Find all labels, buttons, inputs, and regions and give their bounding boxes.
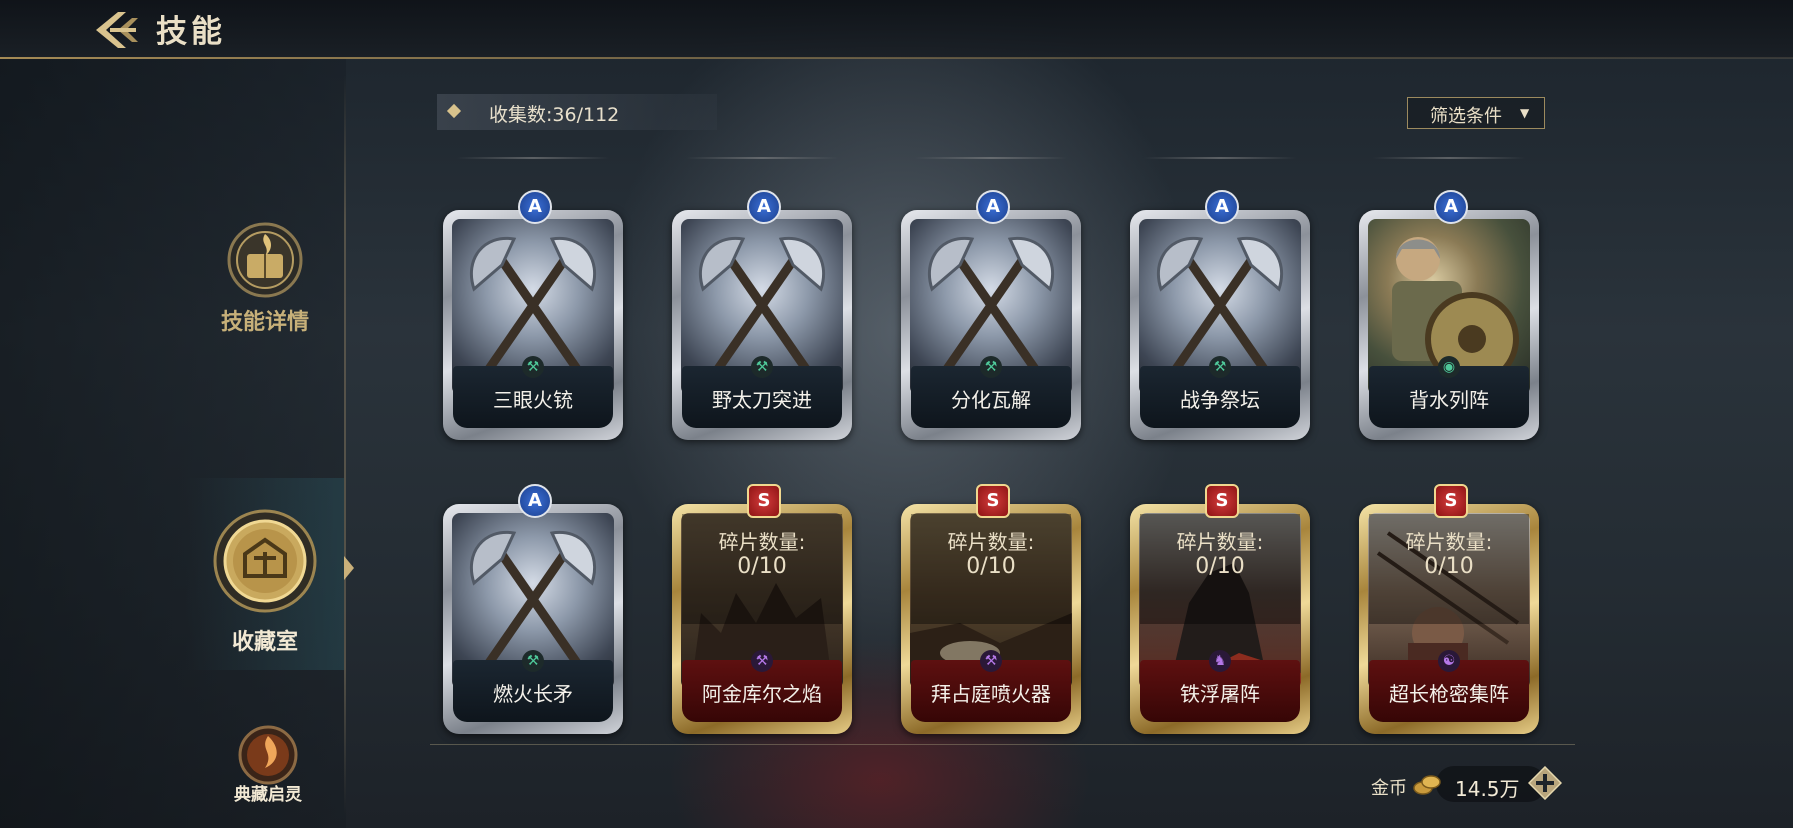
card-name: 超长枪密集阵 (1389, 682, 1509, 706)
sidebar-item-awaken[interactable]: 典藏启灵 (220, 724, 316, 824)
plus-icon (1527, 765, 1563, 801)
divider (686, 157, 838, 159)
rank-badge: A (518, 484, 552, 518)
sidebar (0, 59, 346, 828)
cavalry-icon: ♞ (1209, 650, 1231, 672)
divider (1373, 157, 1525, 159)
card-name: 背水列阵 (1409, 388, 1489, 412)
sidebar-divider (344, 75, 346, 815)
sidebar-item-label: 典藏启灵 (234, 785, 302, 805)
rank-badge: S (1205, 484, 1239, 518)
defense-icon: ◉ (1438, 356, 1460, 378)
skill-card[interactable]: ⚒ 分化瓦解 A (901, 190, 1081, 440)
gold-coin-icon (1413, 775, 1441, 795)
hammer-sickle-icon: ⚒ (980, 650, 1002, 672)
rank-badge: S (976, 484, 1010, 518)
divider (915, 157, 1067, 159)
fragment-label: 碎片数量: (718, 530, 806, 554)
card-name: 拜占庭喷火器 (931, 682, 1051, 706)
hammer-sickle-icon: ⚒ (751, 650, 773, 672)
card-name: 燃火长矛 (493, 682, 573, 706)
top-bar: 技能 (0, 0, 1793, 59)
card-name: 阿金库尔之焰 (702, 682, 822, 706)
fragment-count: 0/10 (1424, 554, 1474, 579)
sidebar-item-collection[interactable]: 收藏室 (186, 478, 344, 670)
currency-label: 金币 (1371, 778, 1407, 799)
add-currency-button[interactable] (1527, 765, 1563, 801)
card-name: 战争祭坛 (1180, 388, 1260, 412)
fragment-label: 碎片数量: (947, 530, 1035, 554)
sidebar-item-skill-details[interactable]: 技能详情 (200, 220, 330, 360)
filter-dropdown[interactable]: 筛选条件 ▼ (1407, 97, 1545, 129)
flame-orb-icon (238, 725, 298, 785)
skill-book-icon (227, 222, 303, 298)
sidebar-item-label: 收藏室 (231, 630, 298, 655)
active-indicator-arrow-icon (344, 556, 354, 580)
rank-badge: A (518, 190, 552, 224)
back-arrow-icon (96, 12, 138, 48)
card-name: 三眼火铳 (493, 388, 573, 412)
card-name: 分化瓦解 (951, 388, 1031, 412)
diamond-icon (446, 103, 462, 119)
hammer-sickle-icon: ⚒ (1209, 356, 1231, 378)
chevron-down-icon: ▼ (1520, 106, 1530, 120)
hammer-sickle-icon: ⚒ (522, 356, 544, 378)
skill-card[interactable]: ⚒ 三眼火铳 A (443, 190, 623, 440)
filter-label: 筛选条件 (1430, 106, 1502, 127)
card-name: 铁浮屠阵 (1180, 682, 1260, 706)
collection-count: 收集数:36/112 (489, 104, 620, 126)
pike-icon: ☯ (1438, 650, 1460, 672)
skill-card[interactable]: ⚒ 战争祭坛 A (1130, 190, 1310, 440)
hammer-sickle-icon: ⚒ (751, 356, 773, 378)
card-name: 野太刀突进 (712, 388, 812, 412)
currency-value: 14.5万 (1455, 777, 1520, 801)
rank-badge: A (1205, 190, 1239, 224)
sidebar-item-label: 技能详情 (220, 310, 309, 335)
skill-card-locked[interactable]: 碎片数量: 0/10 ☯ 超长枪密集阵 S (1359, 484, 1539, 734)
skill-card[interactable]: ◉ 背水列阵 A (1359, 190, 1539, 440)
skill-card-locked[interactable]: 碎片数量: 0/10 ♞ 铁浮屠阵 S (1130, 484, 1310, 734)
fragment-count: 0/10 (1195, 554, 1245, 579)
fragment-count: 0/10 (737, 554, 787, 579)
skill-card-locked[interactable]: 碎片数量: 0/10 ⚒ 阿金库尔之焰 S (672, 484, 852, 734)
skill-card-locked[interactable]: 碎片数量: 0/10 ⚒ 拜占庭喷火器 S (901, 484, 1081, 734)
fragment-count: 0/10 (966, 554, 1016, 579)
fragment-label: 碎片数量: (1405, 530, 1493, 554)
hammer-sickle-icon: ⚒ (522, 650, 544, 672)
rank-badge: A (1434, 190, 1468, 224)
skill-card[interactable]: ⚒ 野太刀突进 A (672, 190, 852, 440)
skill-card[interactable]: ⚒ 燃火长矛 A (443, 484, 623, 734)
rank-badge: S (747, 484, 781, 518)
divider (1144, 157, 1296, 159)
divider (457, 157, 609, 159)
rank-badge: A (976, 190, 1010, 224)
fragment-label: 碎片数量: (1176, 530, 1264, 554)
hammer-sickle-icon: ⚒ (980, 356, 1002, 378)
collection-hall-icon (213, 509, 317, 613)
rank-badge: S (1434, 484, 1468, 518)
back-button[interactable] (88, 8, 144, 52)
collection-count-bar: 收集数:36/112 (437, 94, 717, 130)
rank-badge: A (747, 190, 781, 224)
page-title: 技能 (156, 14, 226, 50)
bottom-divider (430, 744, 1575, 745)
